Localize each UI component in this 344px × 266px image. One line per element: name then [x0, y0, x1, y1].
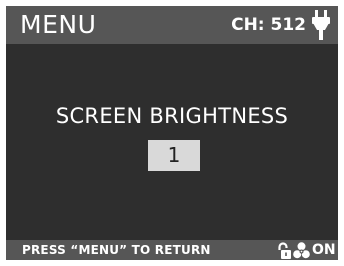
device-screen: MENU CH: 512 SCREEN BRIGHTNESS 1 PRESS “… — [6, 6, 338, 260]
fan-icon — [293, 242, 310, 259]
unlocked-padlock-icon — [278, 242, 291, 259]
header-bar: MENU CH: 512 — [6, 6, 338, 44]
plug-icon — [312, 10, 330, 40]
setting-title: SCREEN BRIGHTNESS — [55, 104, 289, 128]
page-title: MENU — [20, 10, 97, 39]
channel-indicator: CH: 512 — [231, 15, 306, 35]
footer-bar: PRESS “MENU” TO RETURN ON — [6, 240, 338, 260]
brightness-value-field[interactable]: 1 — [148, 140, 200, 171]
fan-status: ON — [312, 242, 336, 258]
return-hint: PRESS “MENU” TO RETURN — [22, 243, 211, 257]
